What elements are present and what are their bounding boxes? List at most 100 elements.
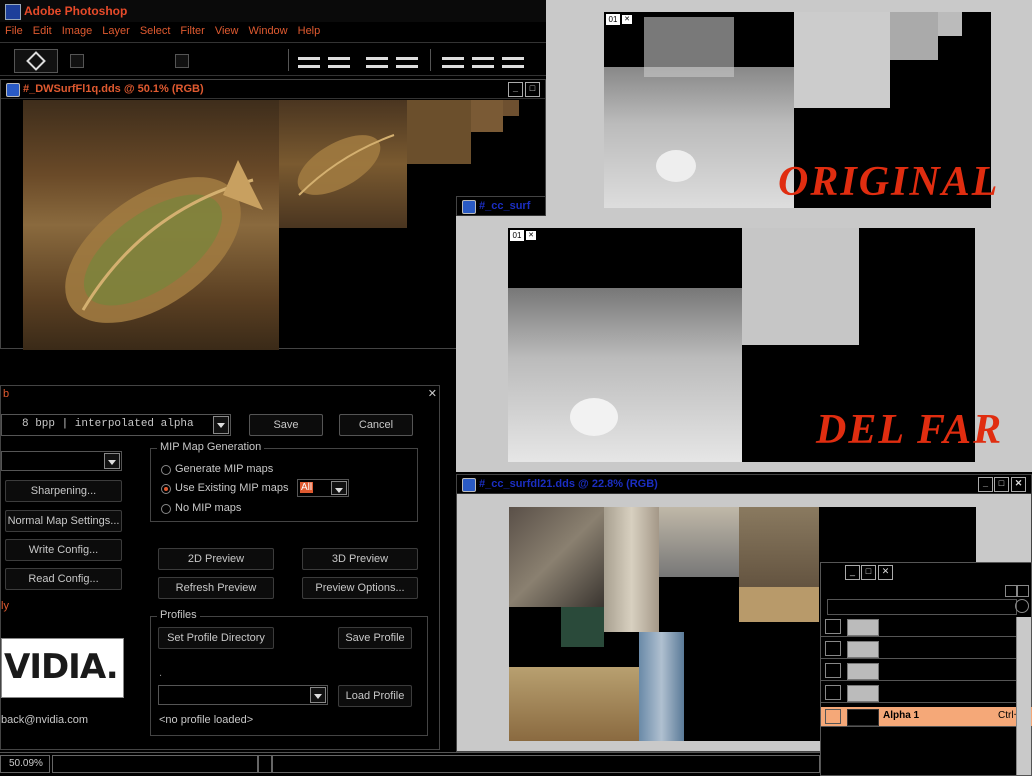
dialog-title-bar[interactable]: b ✕ — [1, 386, 441, 404]
menu-layer[interactable]: Layer — [97, 22, 135, 37]
sharpening-button[interactable]: Sharpening... — [5, 480, 122, 502]
eye-icon[interactable] — [825, 663, 841, 678]
zoom-field[interactable]: 50.09% — [0, 755, 50, 773]
alpha-region — [644, 17, 734, 77]
eye-icon[interactable] — [825, 619, 841, 634]
panel-tabs[interactable] — [827, 599, 1017, 615]
distribute-bottom-icon[interactable] — [500, 53, 526, 68]
read-config-button[interactable]: Read Config... — [5, 568, 122, 590]
close-button[interactable]: ✕ — [1011, 477, 1026, 492]
minimize-button[interactable]: _ — [978, 477, 993, 492]
align-bottom-icon[interactable] — [364, 53, 390, 68]
set-profile-directory-button[interactable]: Set Profile Directory — [158, 627, 274, 649]
channel-close-icon[interactable]: ✕ — [526, 231, 536, 240]
texture-tile — [561, 607, 604, 647]
fish-fern-carving-small — [297, 134, 395, 196]
options-bar — [0, 42, 546, 76]
channel-thumbnail — [847, 663, 879, 680]
texture-type-select[interactable] — [1, 451, 122, 471]
show-bounding-box-checkbox[interactable] — [175, 54, 189, 68]
document-title-bar[interactable]: #_DWSurfFl1q.dds @ 50.1% (RGB) _ □ — [1, 80, 545, 99]
channel-name: Alpha 1 — [883, 710, 920, 721]
align-left-icon[interactable] — [394, 53, 420, 68]
original-label: ORIGINAL — [778, 159, 1000, 205]
use-existing-mip-label[interactable]: Use Existing MIP maps — [175, 482, 289, 494]
save-profile-button[interactable]: Save Profile — [338, 627, 412, 649]
3d-preview-button[interactable]: 3D Preview — [302, 548, 418, 570]
auto-select-checkbox[interactable] — [70, 54, 84, 68]
use-existing-mip-radio[interactable] — [161, 484, 171, 494]
menu-view[interactable]: View — [210, 22, 244, 37]
cancel-button[interactable]: Cancel — [339, 414, 413, 436]
channel-close-icon[interactable]: ✕ — [622, 15, 632, 24]
normal-map-settings-button[interactable]: Normal Map Settings... — [5, 510, 122, 532]
panel-title-bar[interactable]: _ □ ✕ — [821, 563, 1032, 581]
write-config-button[interactable]: Write Config... — [5, 539, 122, 561]
dds-export-dialog: b ✕ 8 bpp | interpolated alpha Save Canc… — [0, 385, 440, 750]
channel-row[interactable] — [821, 639, 1032, 659]
channel-thumbnail — [847, 619, 879, 636]
status-menu-button[interactable] — [258, 755, 272, 773]
move-tool-icon — [26, 51, 46, 71]
channel-row-alpha-1[interactable]: Alpha 1 Ctrl+4 — [821, 707, 1032, 727]
menu-file[interactable]: File — [0, 22, 28, 37]
maximize-button[interactable]: □ — [525, 82, 540, 97]
texture-tile — [509, 507, 604, 607]
no-mip-label[interactable]: No MIP maps — [175, 502, 241, 514]
minimize-button[interactable]: _ — [508, 82, 523, 97]
mip-count-select[interactable]: All — [297, 479, 349, 497]
texture-mip-1 — [279, 100, 407, 228]
profile-dot: . — [159, 667, 163, 679]
channel-indicator: 01 ✕ — [606, 14, 636, 25]
distribute-top-icon[interactable] — [440, 53, 466, 68]
minimize-button[interactable]: _ — [845, 565, 860, 580]
feedback-email-link[interactable]: back@nvidia.com — [1, 714, 88, 726]
channel-thumbnail — [847, 641, 879, 658]
panel-scrollbar[interactable] — [1016, 617, 1031, 775]
channel-row[interactable] — [821, 661, 1032, 681]
panel-option-icon[interactable] — [1017, 585, 1029, 597]
tool-preset-picker[interactable] — [14, 49, 58, 73]
menu-image[interactable]: Image — [57, 22, 98, 37]
channel-row[interactable] — [821, 683, 1032, 703]
eye-icon[interactable] — [825, 709, 841, 724]
2d-preview-button[interactable]: 2D Preview — [158, 548, 274, 570]
menu-window[interactable]: Window — [244, 22, 293, 37]
menu-help[interactable]: Help — [293, 22, 326, 37]
generate-mip-radio[interactable] — [161, 465, 171, 475]
close-button[interactable]: ✕ — [878, 565, 893, 580]
photoshop-logo-icon — [5, 4, 21, 20]
alpha-mip-0 — [508, 288, 742, 462]
menu-edit[interactable]: Edit — [28, 22, 57, 37]
document-title-bar[interactable]: #_cc_surfdl21.dds @ 22.8% (RGB) _ □ ✕ — [457, 475, 1031, 494]
texture-tile — [604, 507, 659, 632]
generate-mip-label[interactable]: Generate MIP maps — [175, 463, 273, 475]
preview-options-button[interactable]: Preview Options... — [302, 577, 418, 599]
distribute-middle-icon[interactable] — [470, 53, 496, 68]
profile-select[interactable] — [158, 685, 328, 705]
load-profile-button[interactable]: Load Profile — [338, 685, 412, 707]
format-select[interactable]: 8 bpp | interpolated alpha — [1, 414, 231, 436]
align-top-icon[interactable] — [296, 53, 322, 68]
panel-menu-icon[interactable] — [1005, 585, 1017, 597]
texture-tile — [659, 507, 739, 577]
save-button[interactable]: Save — [249, 414, 323, 436]
maximize-button[interactable]: □ — [861, 565, 876, 580]
eye-icon[interactable] — [825, 685, 841, 700]
refresh-preview-button[interactable]: Refresh Preview — [158, 577, 274, 599]
eye-icon[interactable] — [825, 641, 841, 656]
document-title-bar[interactable]: #_cc_surf — [457, 197, 545, 216]
no-mip-radio[interactable] — [161, 504, 171, 514]
document-icon — [462, 478, 476, 492]
del-far-label: DEL FAR — [816, 407, 1004, 453]
maximize-button[interactable]: □ — [994, 477, 1009, 492]
alpha-mip-0 — [604, 67, 794, 208]
menu-select[interactable]: Select — [135, 22, 176, 37]
document-title: #_cc_surf — [479, 200, 531, 212]
menu-filter[interactable]: Filter — [175, 22, 209, 37]
dialog-title: b — [3, 388, 10, 400]
channel-row[interactable] — [821, 617, 1032, 637]
align-middle-icon[interactable] — [326, 53, 352, 68]
panel-options-icon[interactable] — [1015, 599, 1029, 613]
dialog-close-icon[interactable]: ✕ — [428, 387, 437, 400]
